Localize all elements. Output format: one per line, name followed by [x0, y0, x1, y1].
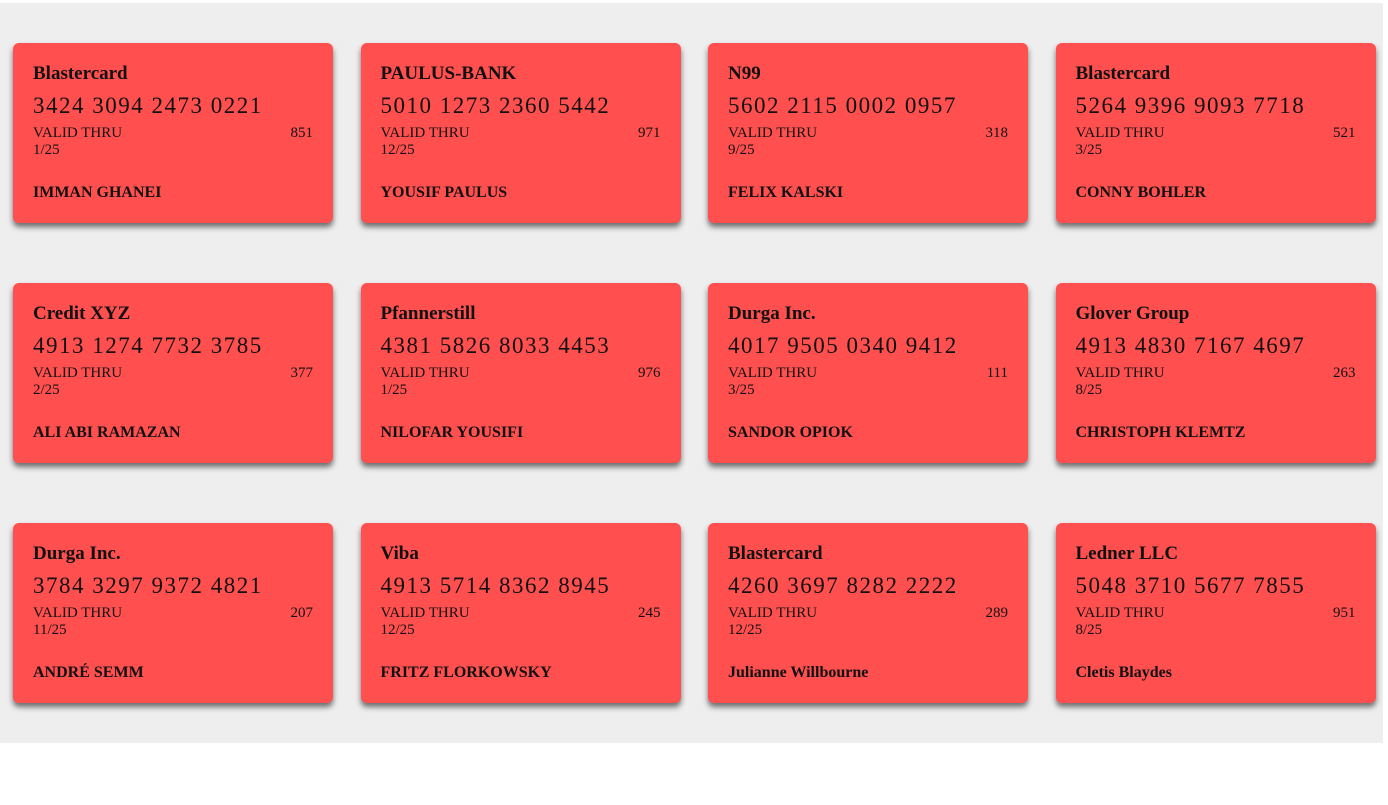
valid-thru-label: VALID THRU — [380, 365, 470, 381]
card-number: 4913 1274 7732 3785 — [33, 333, 263, 358]
card-bank-name: Blastercard — [728, 543, 823, 564]
card-expiry: 2/25 — [33, 382, 60, 398]
valid-thru-label: VALID THRU — [1075, 365, 1165, 381]
card-holder-name: ANDRÉ SEMM — [33, 664, 144, 681]
card-holder-name: Julianne Willbourne — [728, 664, 869, 681]
card-bank-name: Credit XYZ — [33, 303, 131, 324]
cards-panel: Blastercard 3424 3094 2473 0221 VALID TH… — [0, 3, 1383, 743]
valid-thru-label: VALID THRU — [33, 365, 123, 381]
card-number: 4913 5714 8362 8945 — [380, 573, 611, 598]
card-bank-name: Durga Inc. — [728, 303, 816, 324]
card-number: 3424 3094 2473 0221 — [33, 93, 263, 118]
card-expiry: 1/25 — [33, 142, 60, 158]
credit-card[interactable]: Blastercard 5264 9396 9093 7718 VALID TH… — [1055, 43, 1376, 223]
card-bank-name: Viba — [380, 543, 419, 564]
card-cvv: 521 — [1333, 125, 1356, 141]
card-expiry: 3/25 — [1075, 142, 1103, 158]
card-valid-row: VALID THRU 976 — [381, 365, 661, 382]
credit-card[interactable]: N99 5602 2115 0002 0957 VALID THRU 318 9… — [708, 43, 1028, 223]
card-bank-name: Ledner LLC — [1075, 543, 1179, 564]
credit-card[interactable]: Blastercard 3424 3094 2473 0221 VALID TH… — [13, 43, 333, 223]
credit-card[interactable]: Pfannerstill 4381 5826 8033 4453 VALID T… — [360, 283, 681, 463]
card-valid-row: VALID THRU 263 — [1076, 365, 1356, 382]
card-expiry: 8/25 — [1075, 622, 1103, 638]
card-cvv: 289 — [985, 605, 1009, 621]
card-cvv: 377 — [290, 365, 314, 381]
card-bank-name: Pfannerstill — [380, 303, 476, 324]
card-valid-row: VALID THRU 521 — [1076, 125, 1356, 142]
card-valid-row: VALID THRU 377 — [33, 365, 313, 382]
card-cvv: 318 — [985, 125, 1009, 141]
card-number: 5048 3710 5677 7855 — [1075, 573, 1306, 598]
valid-thru-label: VALID THRU — [1075, 125, 1165, 141]
card-expiry: 3/25 — [728, 382, 755, 398]
card-bank-name: PAULUS-BANK — [380, 63, 517, 84]
valid-thru-label: VALID THRU — [728, 365, 818, 381]
valid-thru-label: VALID THRU — [380, 605, 470, 621]
card-valid-row: VALID THRU 971 — [381, 125, 661, 142]
card-number: 4381 5826 8033 4453 — [380, 333, 611, 358]
card-number: 3784 3297 9372 4821 — [33, 573, 263, 598]
card-bank-name: Blastercard — [1075, 63, 1171, 84]
card-expiry: 12/25 — [380, 622, 415, 638]
credit-card[interactable]: PAULUS-BANK 5010 1273 2360 5442 VALID TH… — [360, 43, 681, 223]
card-cvv: 971 — [638, 125, 661, 141]
card-expiry: 12/25 — [728, 622, 763, 638]
card-number: 4017 9505 0340 9412 — [728, 333, 958, 358]
valid-thru-label: VALID THRU — [1075, 605, 1165, 621]
card-valid-row: VALID THRU 318 — [728, 125, 1008, 142]
card-cvv: 951 — [1333, 605, 1356, 621]
card-holder-name: NILOFAR YOUSIFI — [380, 424, 524, 441]
card-bank-name: Durga Inc. — [33, 543, 121, 564]
credit-card[interactable]: Viba 4913 5714 8362 8945 VALID THRU 245 … — [360, 523, 681, 703]
card-valid-row: VALID THRU 851 — [33, 125, 313, 142]
credit-card[interactable]: Credit XYZ 4913 1274 7732 3785 VALID THR… — [13, 283, 333, 463]
card-valid-row: VALID THRU 289 — [728, 605, 1008, 622]
card-grid: Blastercard 3424 3094 2473 0221 VALID TH… — [13, 43, 1376, 703]
card-cvv: 851 — [290, 125, 314, 141]
credit-card[interactable]: Blastercard 4260 3697 8282 2222 VALID TH… — [708, 523, 1028, 703]
card-holder-name: ALI ABI RAMAZAN — [33, 424, 181, 441]
card-holder-name: SANDOR OPIOK — [728, 424, 853, 441]
credit-card[interactable]: Glover Group 4913 4830 7167 4697 VALID T… — [1055, 283, 1376, 463]
card-valid-row: VALID THRU 245 — [381, 605, 661, 622]
credit-card[interactable]: Durga Inc. 3784 3297 9372 4821 VALID THR… — [13, 523, 333, 703]
card-bank-name: N99 — [728, 63, 761, 84]
card-number: 4260 3697 8282 2222 — [728, 573, 958, 598]
card-holder-name: FRITZ FLORKOWSKY — [380, 664, 552, 681]
card-bank-name: Blastercard — [33, 63, 128, 84]
valid-thru-label: VALID THRU — [728, 605, 818, 621]
card-expiry: 8/25 — [1075, 382, 1103, 398]
valid-thru-label: VALID THRU — [33, 125, 123, 141]
credit-card[interactable]: Ledner LLC 5048 3710 5677 7855 VALID THR… — [1055, 523, 1376, 703]
valid-thru-label: VALID THRU — [728, 125, 818, 141]
credit-card[interactable]: Durga Inc. 4017 9505 0340 9412 VALID THR… — [708, 283, 1028, 463]
card-number: 4913 4830 7167 4697 — [1075, 333, 1306, 358]
card-expiry: 1/25 — [380, 382, 408, 398]
card-cvv: 263 — [1333, 365, 1356, 381]
card-number: 5264 9396 9093 7718 — [1075, 93, 1306, 118]
valid-thru-label: VALID THRU — [33, 605, 123, 621]
card-cvv: 111 — [986, 365, 1008, 381]
card-cvv: 207 — [290, 605, 314, 621]
card-holder-name: CHRISTOPH KLEMTZ — [1075, 424, 1246, 441]
card-valid-row: VALID THRU 207 — [33, 605, 313, 622]
card-holder-name: YOUSIF PAULUS — [380, 184, 508, 201]
card-holder-name: IMMAN GHANEI — [33, 184, 162, 201]
card-cvv: 976 — [638, 365, 661, 381]
valid-thru-label: VALID THRU — [380, 125, 470, 141]
card-holder-name: FELIX KALSKI — [728, 184, 844, 201]
card-valid-row: VALID THRU 951 — [1076, 605, 1356, 622]
card-holder-name: CONNY BOHLER — [1075, 184, 1207, 201]
card-valid-row: VALID THRU 111 — [728, 365, 1008, 382]
card-expiry: 11/25 — [33, 622, 67, 638]
card-expiry: 12/25 — [380, 142, 415, 158]
card-bank-name: Glover Group — [1075, 303, 1190, 324]
card-cvv: 245 — [638, 605, 661, 621]
card-number: 5010 1273 2360 5442 — [380, 93, 611, 118]
card-number: 5602 2115 0002 0957 — [728, 93, 957, 118]
card-expiry: 9/25 — [728, 142, 755, 158]
card-holder-name: Cletis Blaydes — [1075, 664, 1172, 681]
